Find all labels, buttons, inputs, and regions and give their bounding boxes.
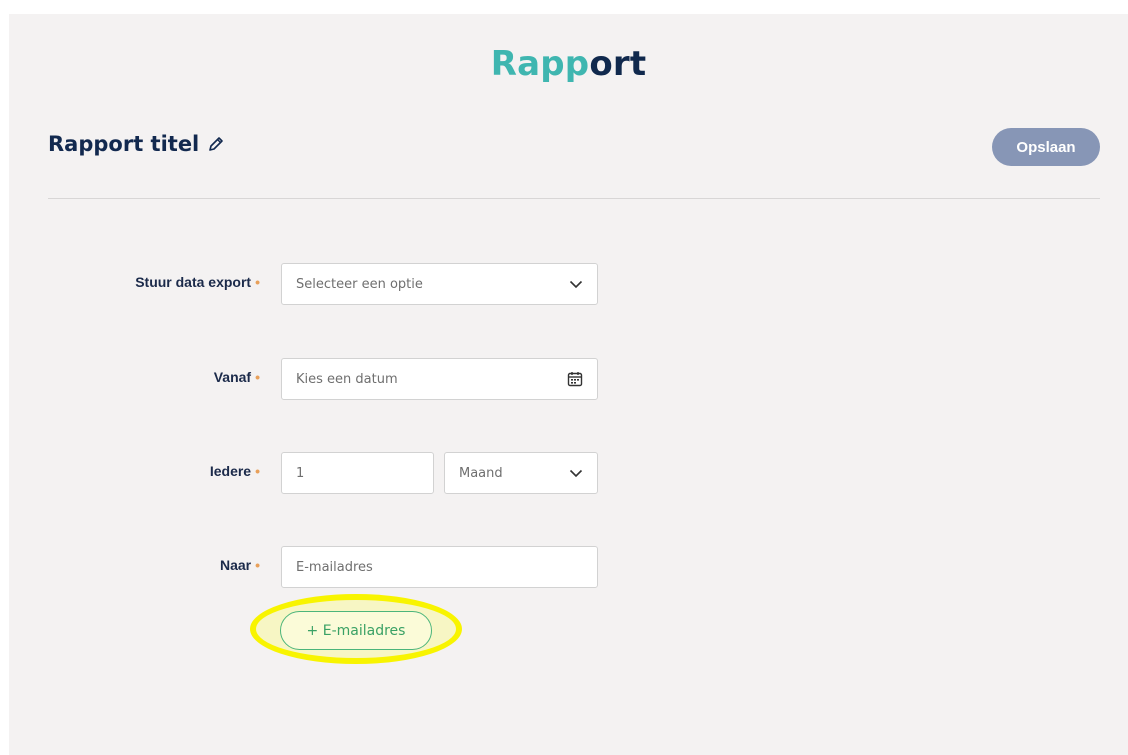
chevron-down-icon bbox=[569, 469, 583, 478]
logo-part-1: Ra bbox=[490, 44, 541, 84]
logo-part-3: ort bbox=[589, 44, 647, 84]
title-row: Rapport titel bbox=[48, 132, 224, 156]
required-marker: • bbox=[255, 463, 260, 479]
required-marker: • bbox=[255, 557, 260, 573]
every-label-text: Iedere bbox=[209, 463, 252, 479]
required-marker: • bbox=[255, 274, 260, 290]
send-export-select[interactable]: Selecteer een optie bbox=[281, 263, 598, 305]
chevron-down-icon bbox=[569, 280, 583, 289]
from-placeholder: Kies een datum bbox=[296, 371, 398, 387]
send-export-placeholder: Selecteer een optie bbox=[296, 276, 423, 292]
to-label: Naar • bbox=[220, 557, 260, 573]
required-marker: • bbox=[255, 369, 260, 385]
report-panel: Rapport Rapport titel Opslaan Stuur data… bbox=[9, 14, 1128, 755]
calendar-icon[interactable] bbox=[567, 371, 583, 387]
email-input[interactable]: E-mailadres bbox=[281, 546, 598, 588]
from-date-input[interactable]: Kies een datum bbox=[281, 358, 598, 400]
pencil-icon[interactable] bbox=[208, 136, 224, 152]
every-number-value: 1 bbox=[296, 465, 305, 481]
from-label-text: Vanaf bbox=[213, 369, 252, 385]
logo-part-2: pp bbox=[540, 44, 590, 84]
email-placeholder: E-mailadres bbox=[296, 559, 373, 575]
send-export-label-text: Stuur data export bbox=[135, 274, 252, 290]
every-label: Iedere • bbox=[210, 463, 260, 479]
divider bbox=[48, 198, 1100, 199]
from-label: Vanaf • bbox=[214, 369, 260, 385]
to-label-text: Naar bbox=[219, 557, 252, 573]
every-unit-select[interactable]: Maand bbox=[444, 452, 598, 494]
rapport-logo: Rapport bbox=[9, 44, 1128, 84]
send-export-label: Stuur data export • bbox=[135, 274, 260, 290]
every-number-input[interactable]: 1 bbox=[281, 452, 434, 494]
save-button[interactable]: Opslaan bbox=[992, 128, 1100, 166]
every-unit-value: Maand bbox=[459, 465, 503, 481]
add-email-button[interactable]: + E-mailadres bbox=[280, 611, 432, 650]
page-title: Rapport titel bbox=[48, 132, 200, 156]
